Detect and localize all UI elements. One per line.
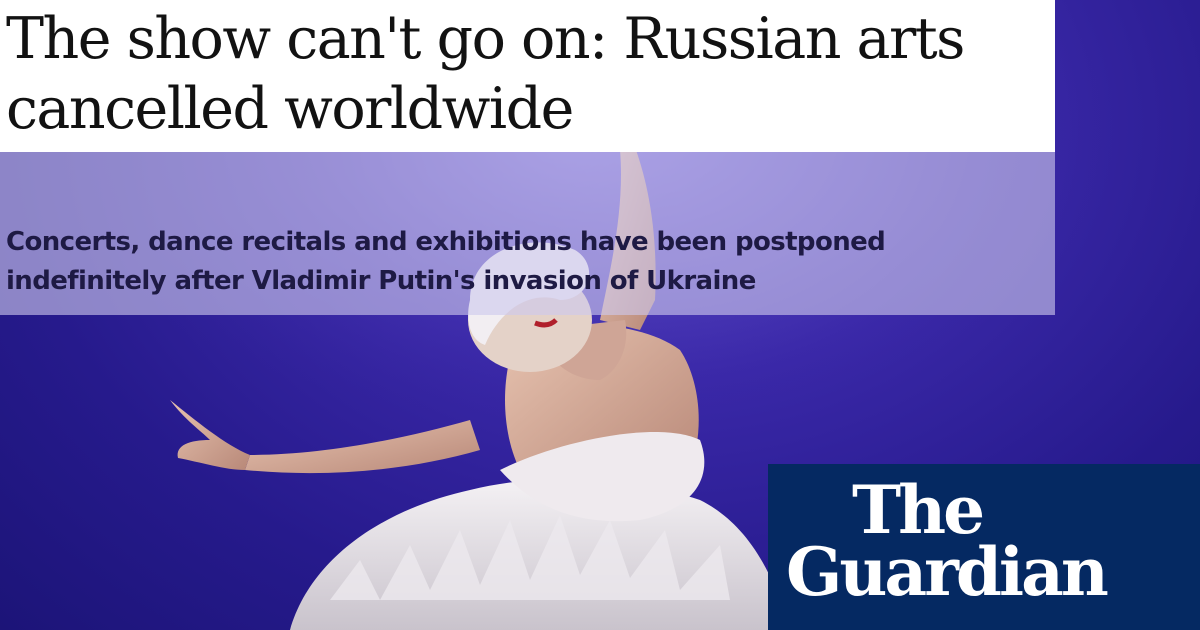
article-standfirst: Concerts, dance recitals and exhibitions… [6, 227, 886, 296]
article-headline: The show can't go on: Russian arts cance… [6, 6, 965, 142]
headline-panel: The show can't go on: Russian arts cance… [0, 0, 1055, 152]
guardian-logo: The Guardian [768, 464, 1200, 630]
standfirst-panel: Concerts, dance recitals and exhibitions… [0, 152, 1055, 315]
logo-text-guardian: Guardian [786, 533, 1109, 611]
social-share-card: The show can't go on: Russian arts cance… [0, 0, 1200, 630]
